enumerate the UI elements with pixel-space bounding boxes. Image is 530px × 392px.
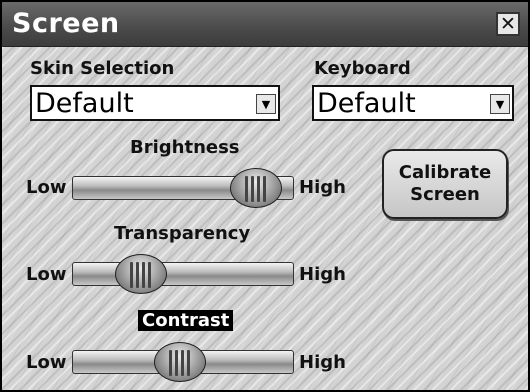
- chevron-down-icon[interactable]: ▼: [490, 94, 510, 114]
- transparency-slider-thumb[interactable]: [114, 254, 167, 294]
- keyboard-dropdown[interactable]: Default ▼: [312, 85, 514, 121]
- keyboard-label: Keyboard: [314, 58, 411, 79]
- contrast-slider-thumb[interactable]: [153, 342, 206, 382]
- calibrate-screen-label: Calibrate Screen: [398, 162, 492, 205]
- brightness-low-label: Low: [26, 177, 67, 198]
- settings-panel: Skin Selection Default ▼ Keyboard Defaul…: [2, 47, 528, 390]
- skin-selection-value: Default: [35, 88, 134, 119]
- transparency-slider-track[interactable]: [72, 262, 294, 286]
- contrast-high-label: High: [299, 352, 346, 373]
- close-button[interactable]: ✕: [496, 12, 520, 36]
- contrast-label: Contrast: [138, 310, 234, 331]
- screen-settings-window: Screen ✕ Skin Selection Default ▼ Keyboa…: [0, 0, 530, 392]
- keyboard-value: Default: [317, 88, 416, 119]
- transparency-low-label: Low: [26, 264, 67, 285]
- chevron-down-icon[interactable]: ▼: [256, 94, 276, 114]
- calibrate-screen-button[interactable]: Calibrate Screen: [382, 149, 508, 219]
- transparency-label: Transparency: [114, 223, 251, 244]
- transparency-high-label: High: [299, 264, 346, 285]
- window-title: Screen: [12, 8, 120, 39]
- close-icon: ✕: [500, 13, 516, 35]
- contrast-low-label: Low: [26, 352, 67, 373]
- skin-selection-dropdown[interactable]: Default ▼: [30, 85, 280, 121]
- brightness-slider-thumb[interactable]: [230, 168, 283, 208]
- brightness-label: Brightness: [130, 137, 240, 158]
- brightness-high-label: High: [299, 177, 346, 198]
- title-bar[interactable]: Screen ✕: [2, 2, 528, 47]
- skin-selection-label: Skin Selection: [30, 58, 175, 79]
